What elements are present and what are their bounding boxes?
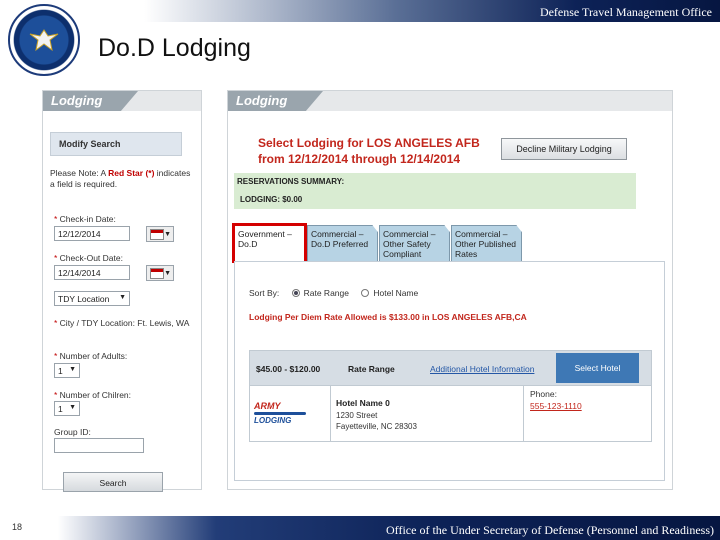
per-diem-notice: Lodging Per Diem Rate Allowed is $133.00… xyxy=(249,312,527,322)
rate-range-label: Rate Range xyxy=(348,364,395,374)
sort-rate-radio[interactable] xyxy=(291,289,300,297)
chevron-down-icon: ▼ xyxy=(119,294,126,301)
page-title: Do.D Lodging xyxy=(98,34,251,62)
summary-title: RESERVATIONS SUMMARY: xyxy=(237,177,345,186)
hotel-rate: $45.00 - $120.00 xyxy=(256,364,321,374)
chevron-down-icon: ▼ xyxy=(69,404,76,411)
decline-military-lodging-button[interactable]: Decline Military Lodging xyxy=(501,138,627,160)
children-select[interactable]: 1 ▼ xyxy=(54,401,80,416)
checkin-date-input[interactable]: 12/12/2014 xyxy=(54,226,130,241)
sort-name-radio[interactable] xyxy=(361,289,370,297)
calendar-icon xyxy=(150,268,164,279)
page-number: 18 xyxy=(12,522,23,532)
tab-commercial-dod-preferred[interactable]: Commercial – Do.D Preferred xyxy=(307,225,378,261)
select-lodging-heading: Select Lodging for LOS ANGELES AFB from … xyxy=(258,136,480,166)
lodging-tab-right: Lodging xyxy=(228,91,323,111)
hotel-name: Hotel Name 0 xyxy=(336,398,390,408)
modify-search-header: Modify Search xyxy=(50,132,182,156)
checkout-label: * Check-Out Date: xyxy=(54,253,123,263)
tab-government-dod[interactable]: Government – Do.D xyxy=(232,223,307,263)
tab-commercial-published-rates[interactable]: Commercial – Other Published Rates xyxy=(451,225,522,261)
dod-seal-icon xyxy=(8,4,80,76)
group-id-label: Group ID: xyxy=(54,427,91,437)
phone-label: Phone: xyxy=(530,389,557,399)
eagle-icon xyxy=(29,29,59,52)
city-label: * City / TDY Location: Ft. Lewis, WA xyxy=(54,318,190,328)
sort-by-row: Sort By: Rate Range Hotel Name xyxy=(249,288,419,298)
additional-hotel-info-link[interactable]: Additional Hotel Information xyxy=(430,364,534,374)
footer-text: Office of the Under Secretary of Defense… xyxy=(386,523,714,537)
tab-commercial-safety-compliant[interactable]: Commercial – Other Safety Compliant xyxy=(379,225,450,261)
hotel-phone-link[interactable]: 555-123-1110 xyxy=(530,401,582,411)
results-panel-header: Lodging xyxy=(228,91,672,111)
org-name: Defense Travel Management Office xyxy=(539,5,712,19)
calendar-icon xyxy=(150,229,164,240)
hotel-address: 1230 Street Fayetteville, NC 28303 xyxy=(336,411,417,431)
tdy-location-select[interactable]: TDY Location ▼ xyxy=(54,291,130,306)
group-id-input[interactable] xyxy=(54,438,144,453)
reservations-summary: RESERVATIONS SUMMARY: LODGING: $0.00 xyxy=(234,173,636,209)
adults-label: * Number of Adults: xyxy=(54,351,128,361)
checkout-calendar-button[interactable]: ▼ xyxy=(146,265,174,281)
summary-lodging: LODGING: $0.00 xyxy=(240,195,303,204)
checkin-label: * Check-in Date: xyxy=(54,214,116,224)
chevron-down-icon: ▼ xyxy=(164,231,171,238)
search-panel-header: Lodging xyxy=(43,91,201,111)
search-button[interactable]: Search xyxy=(63,472,163,492)
lodging-results-panel: Lodging Select Lodging for LOS ANGELES A… xyxy=(227,90,673,490)
children-label: * Number of Chilren: xyxy=(54,390,132,400)
required-note: Please Note: A Red Star (*) indicates a … xyxy=(50,168,191,189)
lodging-tab-left: Lodging xyxy=(43,91,138,111)
select-hotel-button[interactable]: Select Hotel xyxy=(556,353,639,383)
hotel-header-bar: $45.00 - $120.00 Rate Range Additional H… xyxy=(249,350,652,386)
army-lodging-logo: ARMY LODGING xyxy=(254,402,306,425)
chevron-down-icon: ▼ xyxy=(69,366,76,373)
checkin-calendar-button[interactable]: ▼ xyxy=(146,226,174,242)
adults-select[interactable]: 1 ▼ xyxy=(54,363,80,378)
checkout-date-input[interactable]: 12/14/2014 xyxy=(54,265,130,280)
chevron-down-icon: ▼ xyxy=(164,270,171,277)
top-banner: Defense Travel Management Office xyxy=(0,0,720,22)
hotel-row: ARMY LODGING Hotel Name 0 1230 Street Fa… xyxy=(249,386,652,442)
results-box: Sort By: Rate Range Hotel Name Lodging P… xyxy=(234,261,665,481)
